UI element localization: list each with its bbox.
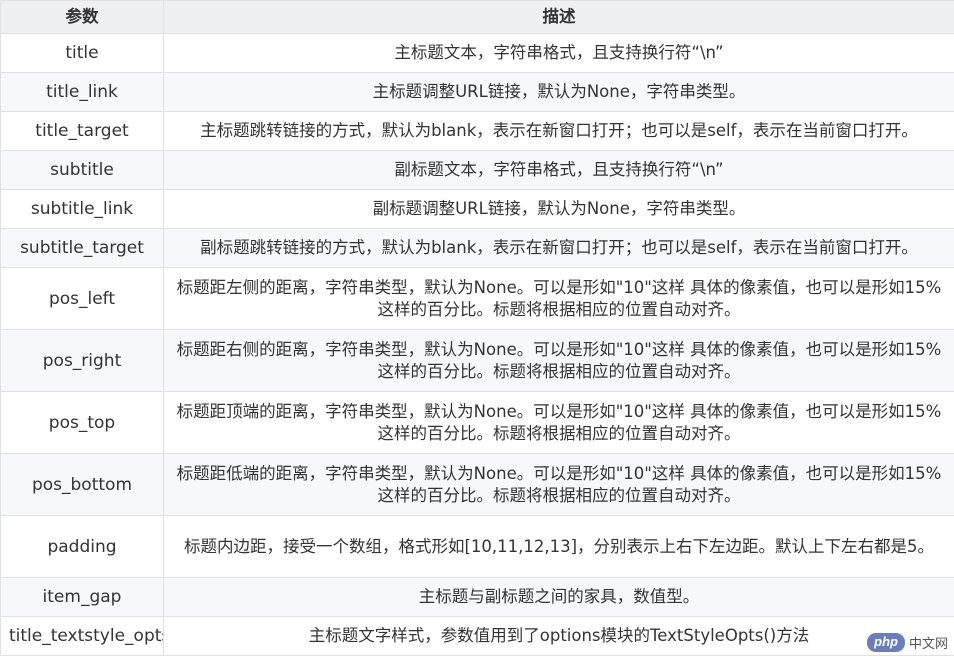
desc-cell: 副标题文本，字符串格式，且支持换行符“\n” — [163, 150, 954, 190]
param-cell: padding — [0, 515, 164, 578]
desc-cell: 主标题跳转链接的方式，默认为blank，表示在新窗口打开；也可以是self，表示… — [163, 111, 954, 151]
header-param: 参数 — [0, 0, 164, 34]
param-cell: title — [0, 33, 164, 73]
table-row: item_gap 主标题与副标题之间的家具，数值型。 — [0, 577, 954, 617]
desc-cell: 主标题与副标题之间的家具，数值型。 — [163, 577, 954, 617]
table-row: pos_top 标题距顶端的距离，字符串类型，默认为None。可以是形如"10"… — [0, 391, 954, 454]
table-row: title_textstyle_opts 主标题文字样式，参数值用到了optio… — [0, 616, 954, 656]
table-row: title_link 主标题调整URL链接，默认为None，字符串类型。 — [0, 72, 954, 112]
param-cell: item_gap — [0, 577, 164, 617]
table-row: pos_right 标题距右侧的距离，字符串类型，默认为None。可以是形如"1… — [0, 329, 954, 392]
param-cell: pos_top — [0, 391, 164, 454]
desc-cell: 主标题文字样式，参数值用到了options模块的TextStyleOpts()方… — [163, 616, 954, 656]
table-row: padding 标题内边距，接受一个数组，格式形如[10,11,12,13]，分… — [0, 515, 954, 578]
param-cell: pos_right — [0, 329, 164, 392]
table-row: pos_bottom 标题距低端的距离，字符串类型，默认为None。可以是形如"… — [0, 453, 954, 516]
table-row: title_target 主标题跳转链接的方式，默认为blank，表示在新窗口打… — [0, 111, 954, 151]
desc-cell: 标题内边距，接受一个数组，格式形如[10,11,12,13]，分别表示上右下左边… — [163, 515, 954, 578]
table-row: subtitle 副标题文本，字符串格式，且支持换行符“\n” — [0, 150, 954, 190]
param-cell: title_textstyle_opts — [0, 616, 164, 656]
param-cell: pos_bottom — [0, 453, 164, 516]
param-cell: pos_left — [0, 267, 164, 330]
desc-cell: 主标题文本，字符串格式，且支持换行符“\n” — [163, 33, 954, 73]
desc-cell: 标题距低端的距离，字符串类型，默认为None。可以是形如"10"这样 具体的像素… — [163, 453, 954, 516]
table-header-row: 参数 描述 — [0, 0, 954, 34]
param-cell: subtitle_link — [0, 189, 164, 229]
param-cell: subtitle_target — [0, 228, 164, 268]
table-row: subtitle_target 副标题跳转链接的方式，默认为blank，表示在新… — [0, 228, 954, 268]
desc-cell: 标题距左侧的距离，字符串类型，默认为None。可以是形如"10"这样 具体的像素… — [163, 267, 954, 330]
desc-cell: 副标题调整URL链接，默认为None，字符串类型。 — [163, 189, 954, 229]
desc-cell: 主标题调整URL链接，默认为None，字符串类型。 — [163, 72, 954, 112]
table-row: pos_left 标题距左侧的距离，字符串类型，默认为None。可以是形如"10… — [0, 267, 954, 330]
table-row: title 主标题文本，字符串格式，且支持换行符“\n” — [0, 33, 954, 73]
desc-cell: 标题距右侧的距离，字符串类型，默认为None。可以是形如"10"这样 具体的像素… — [163, 329, 954, 392]
params-table: 参数 描述 title 主标题文本，字符串格式，且支持换行符“\n” title… — [0, 0, 954, 656]
desc-cell: 标题距顶端的距离，字符串类型，默认为None。可以是形如"10"这样 具体的像素… — [163, 391, 954, 454]
desc-cell: 副标题跳转链接的方式，默认为blank，表示在新窗口打开；也可以是self，表示… — [163, 228, 954, 268]
param-cell: title_link — [0, 72, 164, 112]
param-cell: title_target — [0, 111, 164, 151]
param-cell: subtitle — [0, 150, 164, 190]
header-desc: 描述 — [163, 0, 954, 34]
table-row: subtitle_link 副标题调整URL链接，默认为None，字符串类型。 — [0, 189, 954, 229]
